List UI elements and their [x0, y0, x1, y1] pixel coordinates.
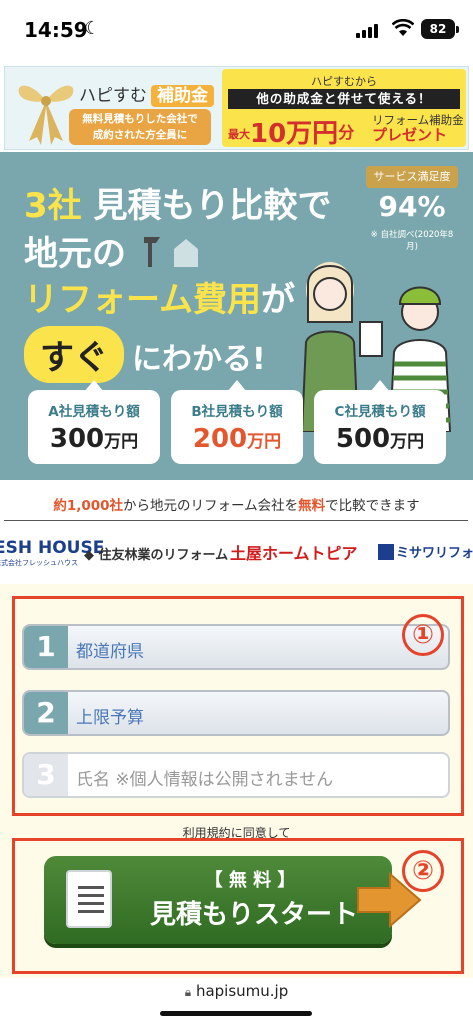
- status-bar: 14:59 ☾ 82: [0, 0, 473, 62]
- logo-tuya: 土屋ホームトピア: [230, 540, 358, 564]
- start-button-free-label: 【 無 料 】: [204, 870, 296, 891]
- hero-line4-text: にわかる!: [132, 342, 266, 377]
- quote-card-c: C社見積もり額 500万円: [314, 380, 446, 464]
- compare-prefix: 約1,000社: [53, 498, 124, 514]
- quote-c-unit: 万円: [390, 432, 425, 452]
- hero-line1-text: 見積もり比較で: [93, 186, 332, 226]
- marker-2: ②: [402, 850, 444, 892]
- status-time: 14:59: [24, 18, 88, 42]
- home-indicator[interactable]: [160, 1011, 312, 1016]
- banner-side: リフォーム補助金 プレゼント: [372, 113, 464, 143]
- banner-max-label: 最大: [228, 128, 250, 141]
- logo-misawa: ミサワリフォー: [378, 542, 473, 561]
- hero-line2: 地元の: [24, 226, 202, 275]
- quote-b-value: 200万円: [171, 424, 303, 454]
- banner-right-top: ハピすむから: [311, 75, 377, 88]
- banner-brand: ハピすむ: [79, 86, 147, 106]
- url-display: 🔒︎ hapisumu.jp: [0, 982, 473, 1000]
- banner-subsidy: 補助金: [151, 85, 214, 107]
- banner-amount-value: 10万円: [250, 119, 339, 149]
- name-input[interactable]: 3 氏名 ※個人情報は公開されません: [22, 752, 450, 798]
- prefecture-select[interactable]: 1 都道府県: [22, 624, 450, 670]
- field1-number: 1: [24, 626, 68, 668]
- name-input-placeholder: 氏名 ※個人情報は公開されません: [76, 770, 334, 790]
- signal-icon: [356, 22, 382, 38]
- quote-a-number: 300: [49, 424, 105, 454]
- logo-sumitomo: ◆ 住友林業のリフォーム: [84, 544, 228, 563]
- subsidy-banner[interactable]: ハピすむ 補助金 無料見積もりした会社で 成約された方全員に ハピすむから 他の助…: [4, 66, 469, 150]
- hero-line4: すぐ にわかる!: [24, 326, 266, 383]
- field2-label: 上限予算: [76, 708, 144, 728]
- field2-number: 2: [24, 692, 68, 734]
- banner-right-panel: ハピすむから 他の助成金と併せて使える！ 最大10万円分 リフォーム補助金 プレ…: [222, 69, 466, 150]
- quote-card-a: A社見積もり額 300万円: [28, 380, 160, 464]
- quote-c-number: 500: [335, 424, 391, 454]
- banner-sub-line1: 無料見積もりした会社で: [82, 113, 198, 125]
- quote-c-label: C社見積もり額: [334, 404, 426, 420]
- hero-line1-num: 3社: [24, 186, 82, 226]
- field3-number: 3: [24, 754, 68, 796]
- quote-a-unit: 万円: [104, 432, 139, 452]
- banner-sub: 無料見積もりした会社で 成約された方全員に: [69, 109, 211, 145]
- compare-mid: から地元のリフォーム会社を: [123, 498, 299, 514]
- tools-house-icon: [143, 237, 198, 267]
- satisfaction-badge: サービス満足度 94% ※ 自社調べ(2020年8月): [366, 166, 458, 252]
- banner-right-bar: 他の助成金と併せて使える！: [228, 89, 460, 109]
- start-estimate-button[interactable]: 【 無 料 】 見積もりスタート: [44, 856, 392, 944]
- logo-sumitomo-text: 住友林業のリフォーム: [98, 548, 229, 563]
- badge-title: サービス満足度: [366, 166, 458, 188]
- battery-icon: 82: [421, 19, 459, 39]
- logo-tuya-text: 土屋ホームトピア: [230, 544, 358, 563]
- compare-suffix: で比較できます: [325, 498, 420, 514]
- hero-line4-pill: すぐ: [24, 326, 124, 383]
- hero-line3: リフォーム費用が: [24, 272, 295, 321]
- compare-free: 無料: [298, 498, 326, 514]
- compare-text: 約1,000社から地元のリフォーム会社を無料で比較できます: [0, 494, 473, 514]
- sumitomo-mark-icon: ◆: [84, 548, 94, 563]
- logo-misawa-text: ミサワリフォー: [396, 546, 473, 561]
- quote-c-value: 500万円: [314, 424, 446, 454]
- start-button-label: 見積もりスタート: [149, 900, 358, 930]
- quote-b-unit: 万円: [247, 432, 282, 452]
- wifi-icon: [391, 18, 415, 42]
- banner-amount: 最大10万円分: [228, 113, 354, 150]
- quote-card-b: B社見積もり額 200万円: [171, 380, 303, 464]
- marker-1: ①: [402, 614, 444, 656]
- partner-logos: ESH HOUSE 株式会社フレッシュハウス ◆ 住友林業のリフォーム 土屋ホー…: [0, 534, 473, 574]
- quote-cards: A社見積もり額 300万円 B社見積もり額 200万円 C社見積もり額 500万…: [0, 380, 473, 470]
- divider: [4, 520, 468, 521]
- hero-line3-text: リフォーム費用: [24, 280, 261, 320]
- banner-present: プレゼント: [372, 126, 448, 144]
- misawa-mark-icon: [378, 544, 394, 560]
- lock-icon: 🔒︎: [184, 985, 192, 999]
- moon-icon: ☾: [84, 18, 101, 39]
- banner-sub-line2: 成約された方全員に: [92, 129, 188, 141]
- quote-b-label: B社見積もり額: [191, 404, 283, 420]
- quote-a-value: 300万円: [28, 424, 160, 454]
- banner-title: ハピすむ 補助金: [79, 81, 214, 107]
- field1-label: 都道府県: [76, 642, 144, 662]
- banner-amount-suffix: 分: [338, 123, 355, 142]
- budget-select[interactable]: 2 上限予算: [22, 690, 450, 736]
- hero-line1: 3社 見積もり比較で: [24, 178, 332, 227]
- document-icon: [66, 870, 112, 928]
- badge-note: ※ 自社調べ(2020年8月): [370, 230, 454, 252]
- url-text: hapisumu.jp: [195, 982, 289, 1000]
- quote-a-label: A社見積もり額: [48, 404, 140, 420]
- hero-line2-text: 地元の: [24, 234, 126, 274]
- badge-value: 94%: [378, 190, 446, 223]
- browser-url-bar[interactable]: 🔒︎ hapisumu.jp: [0, 978, 473, 1024]
- quote-b-number: 200: [192, 424, 248, 454]
